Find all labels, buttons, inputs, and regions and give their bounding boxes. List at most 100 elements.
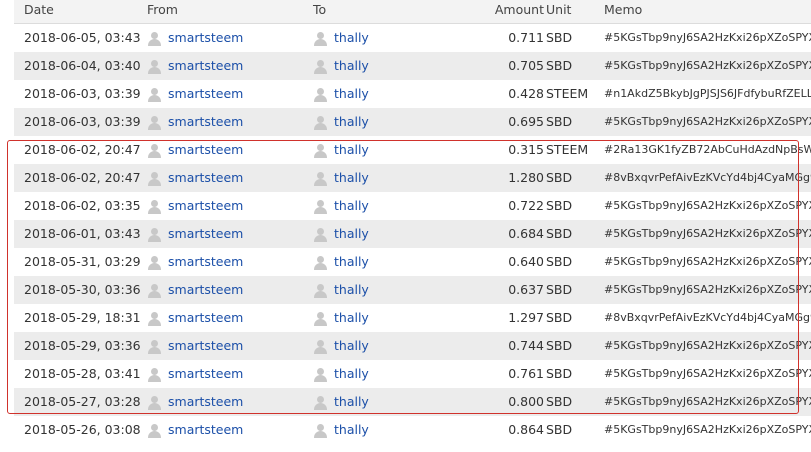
from-username[interactable]: smartsteem bbox=[168, 276, 243, 304]
user-avatar-icon bbox=[313, 339, 328, 354]
row-amount: 0.705 bbox=[508, 58, 544, 73]
from-username[interactable]: smartsteem bbox=[168, 220, 243, 248]
from-user-link[interactable]: smartsteem bbox=[147, 304, 243, 332]
row-unit: SBD bbox=[546, 254, 573, 269]
from-user-link[interactable]: smartsteem bbox=[147, 80, 243, 108]
header-amount[interactable]: Amount bbox=[444, 0, 544, 23]
table-row: 2018-05-31, 03:29 smartsteem thally 0.640 SB… bbox=[14, 248, 811, 276]
from-username[interactable]: smartsteem bbox=[168, 248, 243, 276]
from-username[interactable]: smartsteem bbox=[168, 80, 243, 108]
to-user-link[interactable]: thally bbox=[313, 360, 369, 388]
transfer-history-table: Date From To Amount Unit Memo 2018-06-05… bbox=[14, 0, 811, 444]
row-memo: #5KGsTbp9nyJ6SA2HzKxi26pXZoSPYX9hzJ bbox=[604, 283, 811, 296]
to-username[interactable]: thally bbox=[334, 220, 369, 248]
to-user-link[interactable]: thally bbox=[313, 52, 369, 80]
row-memo: #5KGsTbp9nyJ6SA2HzKxi26pXZoSPYX9hzJ bbox=[604, 199, 811, 212]
to-user-link[interactable]: thally bbox=[313, 276, 369, 304]
to-username[interactable]: thally bbox=[334, 360, 369, 388]
from-username[interactable]: smartsteem bbox=[168, 304, 243, 332]
table-row: 2018-05-28, 03:41 smartsteem thally 0.761 SB… bbox=[14, 360, 811, 388]
to-username[interactable]: thally bbox=[334, 192, 369, 220]
to-user-link[interactable]: thally bbox=[313, 108, 369, 136]
to-user-link[interactable]: thally bbox=[313, 388, 369, 416]
header-from[interactable]: From bbox=[147, 0, 178, 23]
to-user-link[interactable]: thally bbox=[313, 136, 369, 164]
to-user-link[interactable]: thally bbox=[313, 220, 369, 248]
from-user-link[interactable]: smartsteem bbox=[147, 108, 243, 136]
from-user-link[interactable]: smartsteem bbox=[147, 192, 243, 220]
to-user-link[interactable]: thally bbox=[313, 164, 369, 192]
to-username[interactable]: thally bbox=[334, 164, 369, 192]
row-date: 2018-05-28, 03:41 bbox=[24, 366, 141, 381]
from-username[interactable]: smartsteem bbox=[168, 360, 243, 388]
user-avatar-icon bbox=[313, 283, 328, 298]
from-user-link[interactable]: smartsteem bbox=[147, 360, 243, 388]
from-username[interactable]: smartsteem bbox=[168, 52, 243, 80]
user-avatar-icon bbox=[313, 255, 328, 270]
to-user-link[interactable]: thally bbox=[313, 24, 369, 52]
to-username[interactable]: thally bbox=[334, 108, 369, 136]
row-amount: 1.297 bbox=[508, 310, 544, 325]
to-username[interactable]: thally bbox=[334, 276, 369, 304]
row-unit: SBD bbox=[546, 198, 573, 213]
to-user-link[interactable]: thally bbox=[313, 416, 369, 444]
to-username[interactable]: thally bbox=[334, 388, 369, 416]
row-date: 2018-05-31, 03:29 bbox=[24, 254, 141, 269]
user-avatar-icon bbox=[147, 227, 162, 242]
to-username[interactable]: thally bbox=[334, 248, 369, 276]
table-row: 2018-06-03, 03:39 smartsteem thally 0.695 SB… bbox=[14, 108, 811, 136]
user-avatar-icon bbox=[313, 143, 328, 158]
user-avatar-icon bbox=[313, 367, 328, 382]
to-username[interactable]: thally bbox=[334, 416, 369, 444]
to-username[interactable]: thally bbox=[334, 304, 369, 332]
to-user-link[interactable]: thally bbox=[313, 80, 369, 108]
row-date: 2018-05-29, 03:36 bbox=[24, 338, 141, 353]
from-user-link[interactable]: smartsteem bbox=[147, 220, 243, 248]
to-username[interactable]: thally bbox=[334, 24, 369, 52]
row-memo: #n1AkdZ5BkybJgPJSJS6JFdfybuRfZELLbbu bbox=[604, 87, 811, 100]
to-user-link[interactable]: thally bbox=[313, 304, 369, 332]
header-date[interactable]: Date bbox=[24, 0, 54, 23]
row-unit: SBD bbox=[546, 338, 573, 353]
to-user-link[interactable]: thally bbox=[313, 192, 369, 220]
from-user-link[interactable]: smartsteem bbox=[147, 388, 243, 416]
row-amount: 0.684 bbox=[508, 226, 544, 241]
to-username[interactable]: thally bbox=[334, 136, 369, 164]
from-username[interactable]: smartsteem bbox=[168, 108, 243, 136]
table-row: 2018-06-01, 03:43 smartsteem thally 0.684 SB… bbox=[14, 220, 811, 248]
from-user-link[interactable]: smartsteem bbox=[147, 52, 243, 80]
to-username[interactable]: thally bbox=[334, 80, 369, 108]
to-user-link[interactable]: thally bbox=[313, 332, 369, 360]
from-user-link[interactable]: smartsteem bbox=[147, 24, 243, 52]
user-avatar-icon bbox=[147, 143, 162, 158]
from-username[interactable]: smartsteem bbox=[168, 136, 243, 164]
to-username[interactable]: thally bbox=[334, 332, 369, 360]
header-to[interactable]: To bbox=[313, 0, 326, 23]
header-memo[interactable]: Memo bbox=[604, 0, 811, 23]
row-amount: 0.640 bbox=[508, 254, 544, 269]
row-date: 2018-06-03, 03:39 bbox=[24, 86, 141, 101]
from-user-link[interactable]: smartsteem bbox=[147, 136, 243, 164]
from-username[interactable]: smartsteem bbox=[168, 388, 243, 416]
from-username[interactable]: smartsteem bbox=[168, 192, 243, 220]
from-user-link[interactable]: smartsteem bbox=[147, 248, 243, 276]
table-row: 2018-05-30, 03:36 smartsteem thally 0.637 SB… bbox=[14, 276, 811, 304]
to-user-link[interactable]: thally bbox=[313, 248, 369, 276]
from-username[interactable]: smartsteem bbox=[168, 164, 243, 192]
row-memo: #5KGsTbp9nyJ6SA2HzKxi26pXZoSPYX9hzJ bbox=[604, 59, 811, 72]
from-user-link[interactable]: smartsteem bbox=[147, 416, 243, 444]
to-username[interactable]: thally bbox=[334, 52, 369, 80]
row-memo: #5KGsTbp9nyJ6SA2HzKxi26pXZoSPYX9hzJ bbox=[604, 227, 811, 240]
row-date: 2018-05-27, 03:28 bbox=[24, 394, 141, 409]
from-username[interactable]: smartsteem bbox=[168, 416, 243, 444]
from-username[interactable]: smartsteem bbox=[168, 24, 243, 52]
row-date: 2018-05-29, 18:31 bbox=[24, 310, 141, 325]
from-user-link[interactable]: smartsteem bbox=[147, 276, 243, 304]
row-memo: #5KGsTbp9nyJ6SA2HzKxi26pXZoSPYX9hzJ bbox=[604, 255, 811, 268]
from-user-link[interactable]: smartsteem bbox=[147, 164, 243, 192]
row-date: 2018-06-02, 20:47 bbox=[24, 142, 141, 157]
from-username[interactable]: smartsteem bbox=[168, 332, 243, 360]
header-unit[interactable]: Unit bbox=[546, 0, 571, 23]
from-user-link[interactable]: smartsteem bbox=[147, 332, 243, 360]
row-amount: 1.280 bbox=[508, 170, 544, 185]
